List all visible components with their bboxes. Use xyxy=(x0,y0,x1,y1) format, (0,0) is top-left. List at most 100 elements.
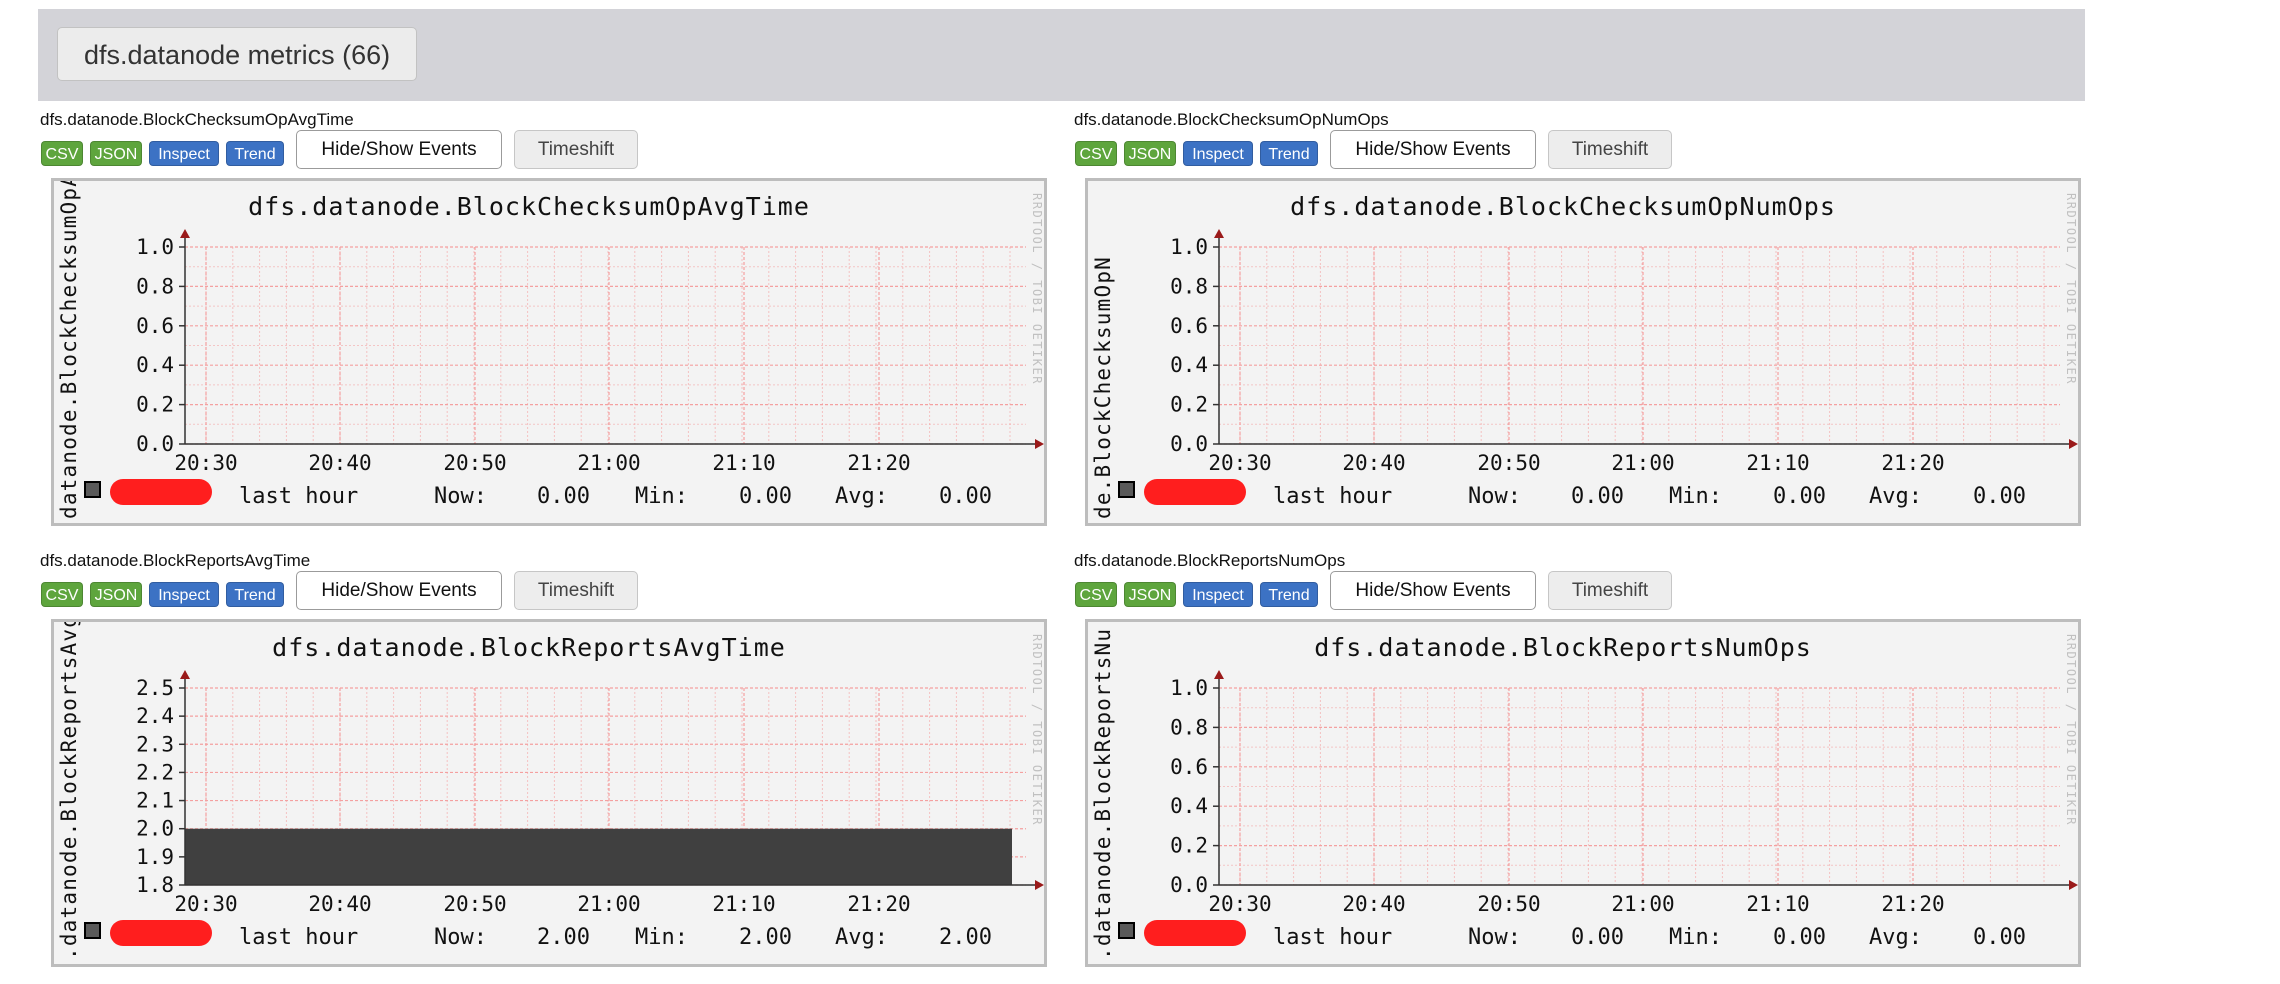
trend-button[interactable]: Trend xyxy=(226,582,284,607)
y-axis-label: .datanode.BlockReportsNu xyxy=(1091,628,1115,960)
x-tick-label: 20:30 xyxy=(174,451,237,475)
x-tick-label: 21:20 xyxy=(1881,451,1944,475)
y-tick-label: 0.2 xyxy=(1170,393,1208,417)
y-tick-label: 1.0 xyxy=(1170,676,1208,700)
x-tick-label: 20:50 xyxy=(1477,451,1540,475)
y-tick-label: 0.6 xyxy=(136,314,174,338)
json-button[interactable]: JSON xyxy=(90,141,142,166)
y-tick-label: 0.0 xyxy=(136,432,174,456)
x-axis-arrow xyxy=(1035,880,1044,890)
redaction-mark xyxy=(1144,920,1246,946)
inspect-button[interactable]: Inspect xyxy=(149,141,219,166)
hide-show-events-button[interactable]: Hide/Show Events xyxy=(296,571,502,610)
metric-panel: dfs.datanode.BlockChecksumOpAvgTime CSV … xyxy=(38,110,1048,542)
x-tick-label: 20:30 xyxy=(1208,892,1271,916)
rrd-graph[interactable]: dfs.datanode.BlockReportsNumOps .datanode… xyxy=(1085,619,2081,967)
csv-button[interactable]: CSV xyxy=(1075,582,1117,607)
x-tick-label: 21:00 xyxy=(1611,892,1674,916)
x-tick-label: 20:40 xyxy=(308,892,371,916)
timeshift-button[interactable]: Timeshift xyxy=(514,571,638,610)
x-tick-label: 21:20 xyxy=(847,451,910,475)
y-tick-label: 2.3 xyxy=(136,732,174,756)
y-tick-label: 2.2 xyxy=(136,760,174,784)
y-tick-label: 1.0 xyxy=(1170,235,1208,259)
avg-label: Avg: xyxy=(835,925,888,950)
metric-panel: dfs.datanode.BlockChecksumOpNumOps CSV J… xyxy=(1072,110,2082,542)
now-value: 2.00 xyxy=(537,925,590,950)
y-tick-label: 0.0 xyxy=(1170,873,1208,897)
timeshift-button[interactable]: Timeshift xyxy=(514,130,638,169)
chart-title: dfs.datanode.BlockChecksumOpAvgTime xyxy=(248,192,810,221)
hide-show-events-button[interactable]: Hide/Show Events xyxy=(1330,571,1536,610)
redaction-mark xyxy=(110,479,212,505)
metric-title: dfs.datanode.BlockChecksumOpAvgTime xyxy=(40,110,354,129)
x-tick-label: 20:40 xyxy=(308,451,371,475)
chart-title: dfs.datanode.BlockChecksumOpNumOps xyxy=(1290,192,1836,221)
y-axis-label: datanode.BlockChecksumOpAv xyxy=(57,181,81,519)
y-axis-arrow xyxy=(180,670,190,679)
x-tick-label: 20:40 xyxy=(1342,892,1405,916)
trend-button[interactable]: Trend xyxy=(1260,141,1318,166)
y-tick-label: 0.4 xyxy=(1170,794,1208,818)
avg-value: 2.00 xyxy=(939,925,992,950)
min-label: Min: xyxy=(1669,484,1722,509)
x-tick-label: 20:50 xyxy=(1477,892,1540,916)
rrdtool-watermark: RRDTOOL / TOBI OETIKER xyxy=(2064,193,2078,385)
x-tick-label: 20:50 xyxy=(443,451,506,475)
inspect-button[interactable]: Inspect xyxy=(1183,141,1253,166)
now-value: 0.00 xyxy=(1571,925,1624,950)
min-value: 0.00 xyxy=(1773,484,1826,509)
rrdtool-watermark: RRDTOOL / TOBI OETIKER xyxy=(2064,634,2078,826)
inspect-button[interactable]: Inspect xyxy=(149,582,219,607)
x-tick-label: 21:00 xyxy=(1611,451,1674,475)
rrd-graph[interactable]: dfs.datanode.BlockChecksumOpAvgTime datan… xyxy=(51,178,1047,526)
rrdtool-watermark: RRDTOOL / TOBI OETIKER xyxy=(1030,193,1044,385)
avg-value: 0.00 xyxy=(939,484,992,509)
now-label: Now: xyxy=(1468,925,1521,950)
avg-label: Avg: xyxy=(1869,484,1922,509)
y-tick-label: 2.0 xyxy=(136,817,174,841)
hide-show-events-button[interactable]: Hide/Show Events xyxy=(1330,130,1536,169)
y-tick-label: 0.6 xyxy=(1170,314,1208,338)
metric-title: dfs.datanode.BlockReportsNumOps xyxy=(1074,551,1346,570)
y-tick-label: 0.2 xyxy=(1170,834,1208,858)
metric-panel: dfs.datanode.BlockReportsAvgTime CSV JSO… xyxy=(38,551,1048,983)
timeshift-button[interactable]: Timeshift xyxy=(1548,130,1672,169)
hide-show-events-button[interactable]: Hide/Show Events xyxy=(296,130,502,169)
x-tick-label: 21:20 xyxy=(847,892,910,916)
rrdtool-watermark: RRDTOOL / TOBI OETIKER xyxy=(1030,634,1044,826)
trend-button[interactable]: Trend xyxy=(1260,582,1318,607)
json-button[interactable]: JSON xyxy=(1124,141,1176,166)
timeshift-button[interactable]: Timeshift xyxy=(1548,571,1672,610)
now-value: 0.00 xyxy=(1571,484,1624,509)
min-label: Min: xyxy=(1669,925,1722,950)
y-tick-label: 0.6 xyxy=(1170,755,1208,779)
legend-swatch xyxy=(1118,922,1135,939)
x-tick-label: 20:30 xyxy=(1208,451,1271,475)
rrd-graph-svg: dfs.datanode.BlockReportsAvgTime .datanod… xyxy=(57,622,1044,960)
chart-title: dfs.datanode.BlockReportsNumOps xyxy=(1314,633,1812,662)
csv-button[interactable]: CSV xyxy=(41,141,83,166)
legend-period: last hour xyxy=(239,925,358,950)
json-button[interactable]: JSON xyxy=(90,582,142,607)
rrd-graph-svg: dfs.datanode.BlockReportsNumOps .datanode… xyxy=(1091,628,2078,960)
y-axis-label: de.BlockChecksumOpN xyxy=(1091,256,1115,519)
metric-panel: dfs.datanode.BlockReportsNumOps CSV JSON… xyxy=(1072,551,2082,983)
rrd-graph[interactable]: dfs.datanode.BlockChecksumOpNumOps de.Blo… xyxy=(1085,178,2081,526)
y-tick-label: 0.2 xyxy=(136,393,174,417)
inspect-button[interactable]: Inspect xyxy=(1183,582,1253,607)
min-value: 0.00 xyxy=(1773,925,1826,950)
csv-button[interactable]: CSV xyxy=(41,582,83,607)
min-value: 2.00 xyxy=(739,925,792,950)
csv-button[interactable]: CSV xyxy=(1075,141,1117,166)
section-toggle-button[interactable]: dfs.datanode metrics (66) xyxy=(57,27,418,81)
min-label: Min: xyxy=(635,925,688,950)
x-tick-label: 21:10 xyxy=(1746,892,1809,916)
rrd-graph[interactable]: dfs.datanode.BlockReportsAvgTime .datanod… xyxy=(51,619,1047,967)
y-tick-label: 2.5 xyxy=(136,676,174,700)
trend-button[interactable]: Trend xyxy=(226,141,284,166)
legend-swatch xyxy=(84,481,101,498)
y-tick-label: 1.9 xyxy=(136,845,174,869)
legend-period: last hour xyxy=(239,484,358,509)
json-button[interactable]: JSON xyxy=(1124,582,1176,607)
